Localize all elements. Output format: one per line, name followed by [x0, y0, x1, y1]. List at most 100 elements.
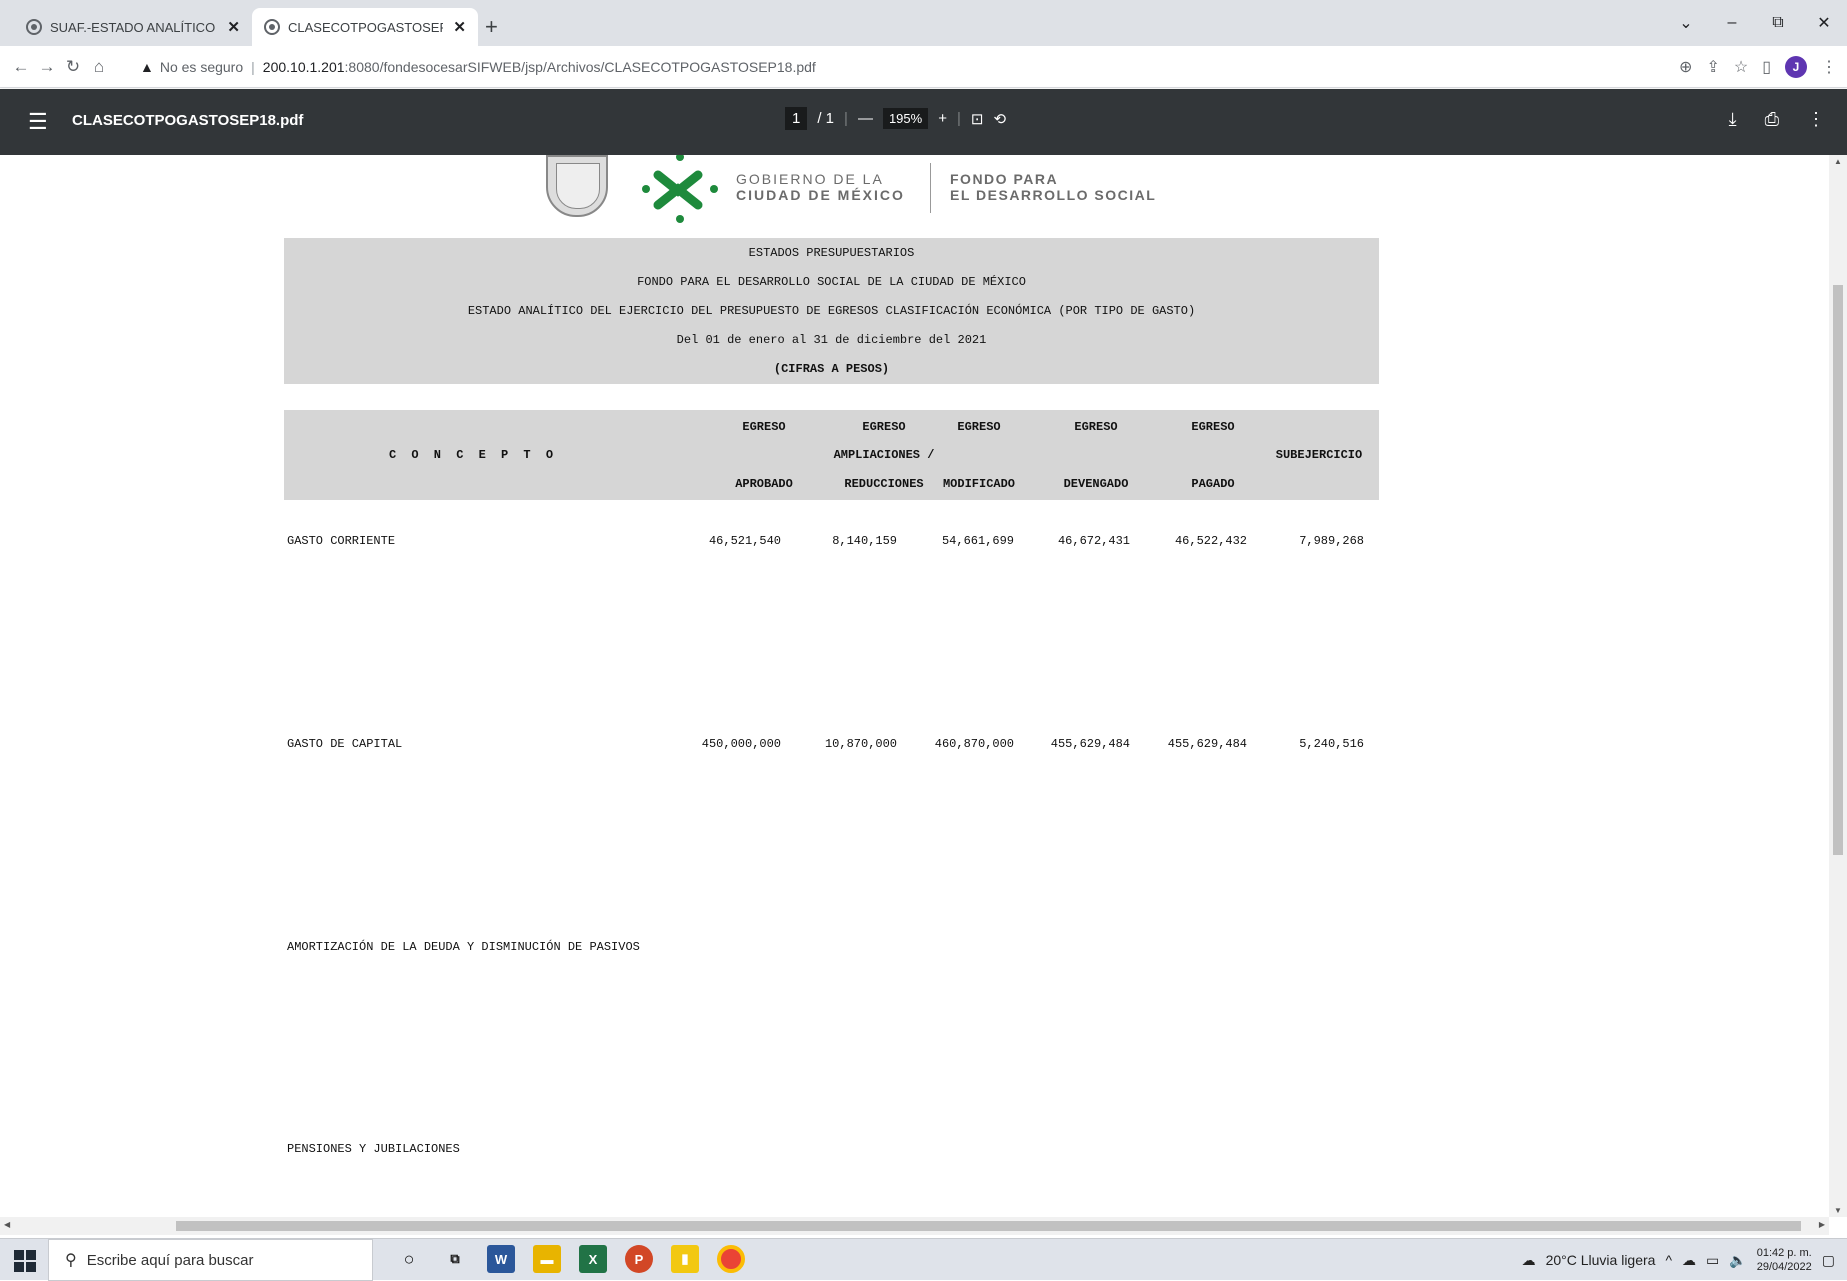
globe-icon	[264, 19, 280, 35]
cell-pagado: 455,629,484	[1167, 737, 1247, 751]
notifications-icon[interactable]: ▢	[1822, 1252, 1835, 1269]
menu-kebab-icon[interactable]: ⋮	[1821, 57, 1837, 77]
cortana-icon[interactable]: ○	[395, 1245, 423, 1273]
clock-time: 01:42 p. m.	[1756, 1247, 1812, 1259]
browser-tab[interactable]: SUAF.-ESTADO ANALÍTICO DEL E ✕	[14, 8, 252, 46]
cell-ampliaciones: 10,870,000	[824, 737, 897, 751]
vertical-scrollbar[interactable]: ▲ ▼	[1829, 155, 1847, 1217]
browser-toolbar: ← → ↻ ⌂ ▲ No es seguro | 200.10.1.201:80…	[0, 46, 1847, 88]
tab-title: CLASECOTPOGASTOSEP18.pdf	[288, 19, 444, 35]
hamburger-menu-icon[interactable]: ☰	[28, 109, 48, 135]
gov-line-2: CIUDAD DE MÉXICO	[736, 187, 905, 203]
col-pagado-top: EGRESO	[1191, 420, 1235, 434]
address-bar[interactable]: ▲ No es seguro | 200.10.1.201:8080/fonde…	[140, 51, 816, 83]
pdf-actions: ⤓ ⎙ ⋮	[1729, 109, 1825, 130]
fondo-desarrollo-text: FONDO PARA EL DESARROLLO SOCIAL	[950, 171, 1156, 203]
system-tray: ☁ 20°C Lluvia ligera ^ ☁ ▭ 🔈 01:42 p. m.…	[1522, 1239, 1835, 1281]
download-icon[interactable]: ⤓	[1729, 109, 1737, 130]
close-tab-icon[interactable]: ✕	[453, 18, 466, 36]
horizontal-scrollbar[interactable]: ◀ ▶	[0, 1217, 1829, 1235]
close-tab-icon[interactable]: ✕	[227, 18, 240, 36]
volume-icon[interactable]: 🔈	[1729, 1252, 1746, 1269]
row-concepto: AMORTIZACIÓN DE LA DEUDA Y DISMINUCIÓN D…	[287, 940, 640, 954]
scroll-left-icon[interactable]: ◀	[4, 1220, 10, 1229]
fit-page-icon[interactable]: ⊡	[971, 110, 984, 128]
restore-button[interactable]: ⧉	[1755, 14, 1801, 32]
report-header: ESTADOS PRESUPUESTARIOS FONDO PARA EL DE…	[284, 238, 1379, 384]
clock[interactable]: 01:42 p. m. 29/04/2022	[1757, 1246, 1812, 1274]
col-modificado-bottom: MODIFICADO	[942, 477, 1015, 491]
warning-icon[interactable]: ▲	[140, 59, 154, 75]
weather-icon[interactable]: ☁	[1522, 1252, 1536, 1269]
task-view-icon[interactable]: ⧉	[441, 1245, 469, 1273]
gov-line-1: GOBIERNO DE LA	[736, 171, 884, 187]
cell-devengado: 46,672,431	[1057, 534, 1130, 548]
windows-start-icon[interactable]	[14, 1250, 36, 1272]
new-tab-button[interactable]: +	[485, 14, 498, 40]
tray-chevron-icon[interactable]: ^	[1665, 1252, 1672, 1268]
power-bi-icon[interactable]: ▮	[671, 1245, 699, 1273]
url-path: :8080/fondesocesarSIFWEB/jsp/Archivos/CL…	[344, 59, 816, 75]
network-icon[interactable]: ▭	[1706, 1252, 1719, 1269]
clock-date: 29/04/2022	[1756, 1261, 1812, 1273]
cell-ampliaciones: 8,140,159	[832, 534, 897, 548]
cell-subejercicio: 7,989,268	[1299, 534, 1364, 548]
col-aprobado-top: EGRESO	[742, 420, 786, 434]
chrome-icon[interactable]	[717, 1245, 745, 1273]
scroll-right-icon[interactable]: ▶	[1819, 1220, 1825, 1229]
coat-of-arms-logo	[546, 155, 608, 217]
onedrive-icon[interactable]: ☁	[1682, 1252, 1696, 1269]
security-label[interactable]: No es seguro	[160, 59, 243, 75]
col-modificado-top: EGRESO	[957, 420, 1001, 434]
word-icon[interactable]: W	[487, 1245, 515, 1273]
powerpoint-icon[interactable]: P	[625, 1245, 653, 1273]
pdf-toolbar: ☰ CLASECOTPOGASTOSEP18.pdf 1 / 1 | — 195…	[0, 89, 1847, 155]
share-icon[interactable]: ⇪	[1706, 57, 1719, 77]
cell-modificado: 54,661,699	[941, 534, 1014, 548]
taskbar-apps: ○ ⧉ W ▬ X P ▮	[395, 1245, 745, 1273]
back-icon[interactable]: ←	[8, 57, 34, 77]
print-icon[interactable]: ⎙	[1765, 109, 1779, 130]
table-header: C O N C E P T O EGRESO APROBADO EGRESO A…	[284, 410, 1379, 500]
reload-icon[interactable]: ↻	[60, 57, 86, 77]
cell-subejercicio: 5,240,516	[1299, 737, 1364, 751]
scroll-down-icon[interactable]: ▼	[1834, 1206, 1842, 1215]
side-panel-icon[interactable]: ▯	[1762, 57, 1771, 77]
pdf-page-zoom-controls: 1 / 1 | — 195% + | ⊡ ⟲	[785, 107, 1006, 130]
home-icon[interactable]: ⌂	[86, 57, 112, 77]
taskbar-search-input[interactable]: ⚲ Escribe aquí para buscar	[48, 1239, 373, 1281]
col-subejercicio: SUBEJERCICIO	[1275, 448, 1363, 462]
more-options-icon[interactable]: ⋮	[1807, 109, 1825, 130]
close-window-button[interactable]: ✕	[1801, 13, 1847, 33]
url-host: 200.10.1.201	[262, 59, 345, 75]
col-ampliaciones-mid: AMPLIACIONES /	[833, 448, 935, 462]
scroll-up-icon[interactable]: ▲	[1834, 157, 1842, 166]
cdmx-logo	[642, 155, 718, 223]
vertical-scroll-thumb[interactable]	[1833, 285, 1843, 855]
file-explorer-icon[interactable]: ▬	[533, 1245, 561, 1273]
minimize-button[interactable]: –	[1709, 14, 1755, 32]
zoom-out-icon[interactable]: —	[858, 110, 873, 127]
search-icon: ⚲	[65, 1252, 77, 1269]
zoom-icon[interactable]: ⊕	[1679, 57, 1692, 77]
bookmark-star-icon[interactable]: ☆	[1734, 57, 1748, 77]
fondo-line-1: FONDO PARA	[950, 171, 1059, 187]
zoom-in-icon[interactable]: +	[938, 110, 947, 127]
cell-aprobado: 46,521,540	[708, 534, 781, 548]
excel-icon[interactable]: X	[579, 1245, 607, 1273]
gobierno-cdmx-text: GOBIERNO DE LA CIUDAD DE MÉXICO	[736, 171, 905, 203]
separator: |	[844, 110, 848, 127]
weather-text[interactable]: 20°C Lluvia ligera	[1546, 1252, 1656, 1268]
cell-pagado: 46,522,432	[1174, 534, 1247, 548]
row-concepto: GASTO CORRIENTE	[287, 534, 396, 548]
profile-avatar[interactable]: J	[1785, 56, 1807, 78]
tab-search-icon[interactable]: ⌄	[1663, 13, 1709, 33]
zoom-level-input[interactable]: 195%	[882, 108, 929, 129]
horizontal-scroll-thumb[interactable]	[176, 1221, 1801, 1231]
page-number-input[interactable]: 1	[785, 107, 808, 130]
browser-tab-active[interactable]: CLASECOTPOGASTOSEP18.pdf ✕	[252, 8, 478, 46]
fondo-line-2: EL DESARROLLO SOCIAL	[950, 187, 1157, 203]
toolbar-actions: ⊕ ⇪ ☆ ▯ J ⋮	[1679, 46, 1837, 88]
forward-icon[interactable]: →	[34, 57, 60, 77]
rotate-icon[interactable]: ⟲	[993, 110, 1006, 128]
